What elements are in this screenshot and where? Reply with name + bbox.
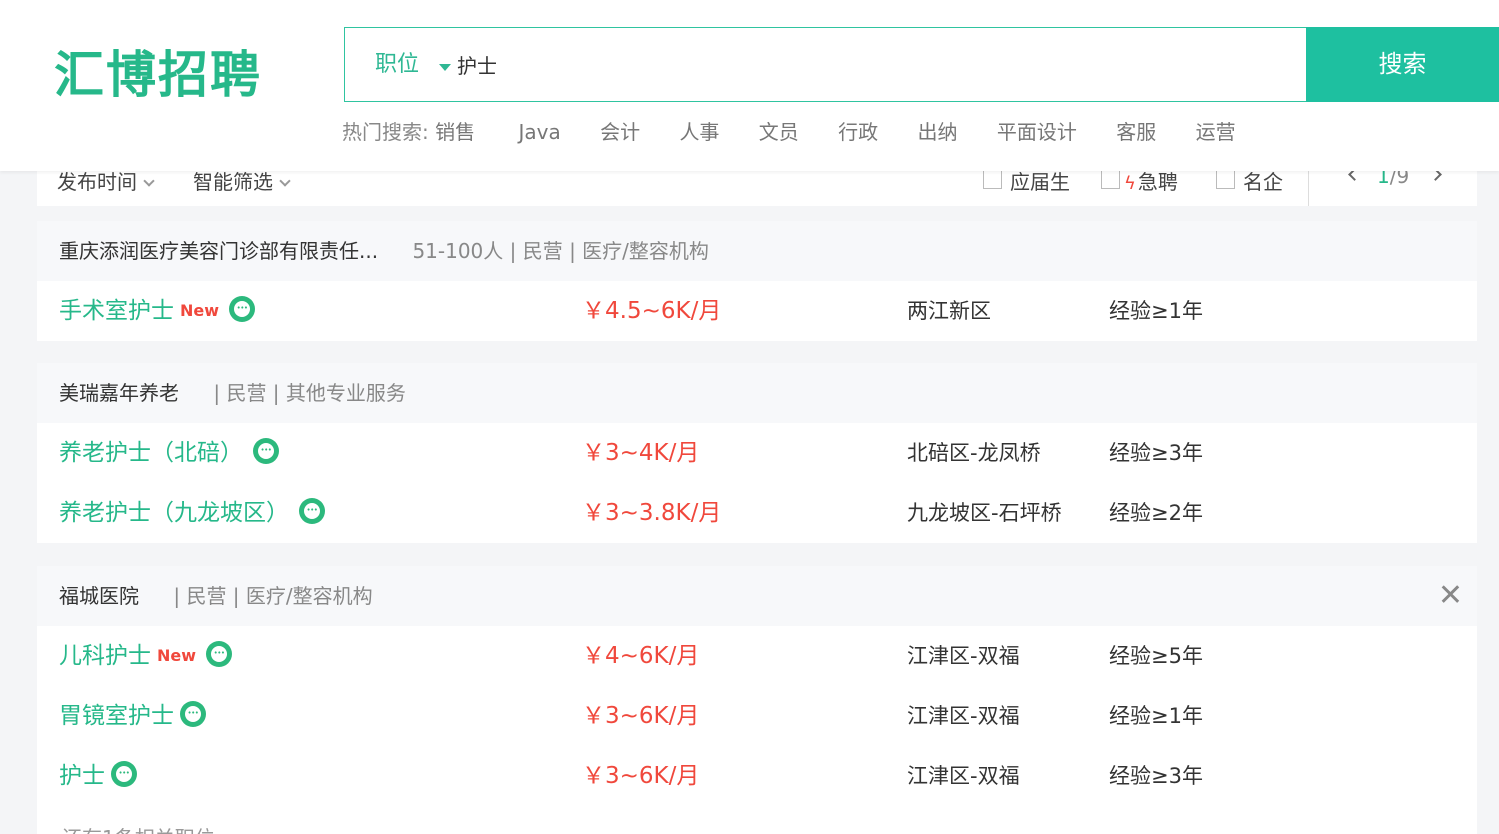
company-name[interactable]: 重庆添润医疗美容门诊部有限责任... — [59, 239, 378, 263]
hot-search-bar: 热门搜索: 销售 Java 会计 人事 文员 行政 出纳 平面设计 客服 运营 — [342, 116, 1269, 148]
job-title-group: 儿科护士 New — [59, 626, 233, 688]
company-card: 重庆添润医疗美容门诊部有限责任... 51-100人 | 民营 | 医疗/整容机… — [37, 221, 1477, 341]
more-jobs-link[interactable]: 还有1条相关职位 — [62, 822, 215, 834]
search-box: 职位 — [344, 27, 1307, 102]
hot-search-item[interactable]: 平面设计 — [997, 120, 1077, 144]
hot-search-item[interactable]: 出纳 — [918, 120, 958, 144]
job-title[interactable]: 护士 — [59, 763, 105, 789]
caret-down-icon[interactable] — [439, 64, 451, 71]
company-card: 福城医院 | 民营 | 医疗/整容机构 ✕ 儿科护士 New ￥4~6K/月 江津… — [37, 566, 1477, 834]
job-row[interactable]: 胃镜室护士 ￥3~6K/月 江津区-双福 经验≥1年 — [37, 686, 1477, 746]
graduate-checkbox[interactable] — [983, 170, 1002, 189]
chat-icon[interactable] — [206, 640, 233, 667]
job-title-group: 手术室护士 New — [59, 281, 256, 343]
job-location: 北碚区-龙凤桥 — [907, 441, 1041, 465]
job-salary: ￥3~3.8K/月 — [582, 500, 722, 526]
job-location: 九龙坡区-石坪桥 — [907, 501, 1062, 525]
chat-icon[interactable] — [229, 295, 256, 322]
company-name[interactable]: 美瑞嘉年养老 — [59, 381, 179, 405]
job-experience: 经验≥3年 — [1109, 441, 1203, 465]
job-experience: 经验≥1年 — [1109, 704, 1203, 728]
hot-search-item[interactable]: Java — [518, 120, 560, 144]
new-badge: New — [157, 646, 197, 665]
search-category-select[interactable]: 职位 — [375, 28, 419, 101]
hot-search-item[interactable]: 会计 — [600, 120, 640, 144]
hot-search-item[interactable]: 客服 — [1116, 120, 1156, 144]
job-title-group: 养老护士（北碚） — [59, 423, 279, 483]
new-badge: New — [180, 301, 220, 320]
site-logo[interactable]: 汇博招聘 — [54, 42, 262, 108]
company-meta: | 民营 | 其他专业服务 — [213, 381, 406, 405]
job-title[interactable]: 养老护士（九龙坡区） — [59, 500, 289, 526]
chat-icon[interactable] — [253, 437, 279, 464]
company-header: 福城医院 | 民营 | 医疗/整容机构 ✕ — [37, 566, 1477, 626]
hot-search-item[interactable]: 销售 — [435, 120, 475, 144]
job-experience: 经验≥5年 — [1109, 644, 1203, 668]
chat-icon[interactable] — [299, 497, 325, 524]
hot-search-item[interactable]: 文员 — [759, 120, 799, 144]
job-location: 两江新区 — [907, 299, 991, 323]
job-location: 江津区-双福 — [907, 764, 1020, 788]
job-row[interactable]: 手术室护士 New ￥4.5~6K/月 两江新区 经验≥1年 — [37, 281, 1477, 341]
publish-time-label: 发布时间 — [57, 170, 137, 194]
job-row[interactable]: 养老护士（九龙坡区） ￥3~3.8K/月 九龙坡区-石坪桥 经验≥2年 — [37, 483, 1477, 543]
job-row[interactable]: 养老护士（北碚） ￥3~4K/月 北碚区-龙凤桥 经验≥3年 — [37, 423, 1477, 483]
job-salary: ￥3~6K/月 — [582, 703, 700, 729]
hot-search-label: 热门搜索: — [342, 120, 429, 144]
job-title[interactable]: 手术室护士 — [59, 298, 174, 324]
job-row[interactable]: 儿科护士 New ￥4~6K/月 江津区-双福 经验≥5年 — [37, 626, 1477, 686]
hot-search-item[interactable]: 行政 — [838, 120, 878, 144]
job-experience: 经验≥3年 — [1109, 764, 1203, 788]
lightning-icon: ϟ — [1124, 173, 1136, 194]
job-title-group: 胃镜室护士 — [59, 686, 206, 746]
site-header: 汇博招聘 职位 搜索 热门搜索: 销售 Java 会计 人事 文员 行政 出纳 … — [0, 0, 1499, 171]
close-icon[interactable]: ✕ — [1438, 566, 1463, 626]
chevron-down-icon — [143, 175, 155, 187]
search-button[interactable]: 搜索 — [1306, 27, 1499, 102]
job-experience: 经验≥2年 — [1109, 501, 1203, 525]
job-location: 江津区-双福 — [907, 644, 1020, 668]
graduate-label: 应届生 — [1010, 170, 1070, 194]
hot-search-item[interactable]: 人事 — [679, 120, 719, 144]
job-title-group: 养老护士（九龙坡区） — [59, 483, 325, 543]
smart-filter-label: 智能筛选 — [193, 170, 273, 194]
job-location: 江津区-双福 — [907, 704, 1020, 728]
job-salary: ￥4~6K/月 — [582, 643, 700, 669]
urgent-checkbox[interactable] — [1101, 170, 1120, 189]
job-salary: ￥4.5~6K/月 — [582, 298, 722, 324]
chat-icon[interactable] — [180, 700, 206, 727]
urgent-label: 急聘 — [1137, 170, 1178, 194]
company-header: 美瑞嘉年养老 | 民营 | 其他专业服务 — [37, 363, 1477, 423]
job-salary: ￥3~4K/月 — [582, 440, 700, 466]
company-name[interactable]: 福城医院 — [59, 584, 139, 608]
search-input[interactable] — [457, 28, 1277, 101]
famous-company-checkbox[interactable] — [1216, 170, 1235, 189]
hot-search-item[interactable]: 运营 — [1196, 120, 1236, 144]
company-card: 美瑞嘉年养老 | 民营 | 其他专业服务 养老护士（北碚） ￥3~4K/月 北碚… — [37, 363, 1477, 543]
company-meta: | 民营 | 医疗/整容机构 — [173, 584, 373, 608]
job-title[interactable]: 养老护士（北碚） — [59, 440, 243, 466]
famous-company-label: 名企 — [1243, 170, 1283, 194]
job-experience: 经验≥1年 — [1109, 299, 1203, 323]
chevron-down-icon — [279, 175, 291, 187]
job-title[interactable]: 儿科护士 — [59, 643, 151, 669]
job-row[interactable]: 护士 ￥3~6K/月 江津区-双福 经验≥3年 — [37, 746, 1477, 806]
company-header: 重庆添润医疗美容门诊部有限责任... 51-100人 | 民营 | 医疗/整容机… — [37, 221, 1477, 281]
job-salary: ￥3~6K/月 — [582, 763, 700, 789]
job-title[interactable]: 胃镜室护士 — [59, 703, 174, 729]
chat-icon[interactable] — [111, 760, 137, 787]
job-title-group: 护士 — [59, 746, 137, 806]
company-meta: 51-100人 | 民营 | 医疗/整容机构 — [412, 239, 709, 263]
